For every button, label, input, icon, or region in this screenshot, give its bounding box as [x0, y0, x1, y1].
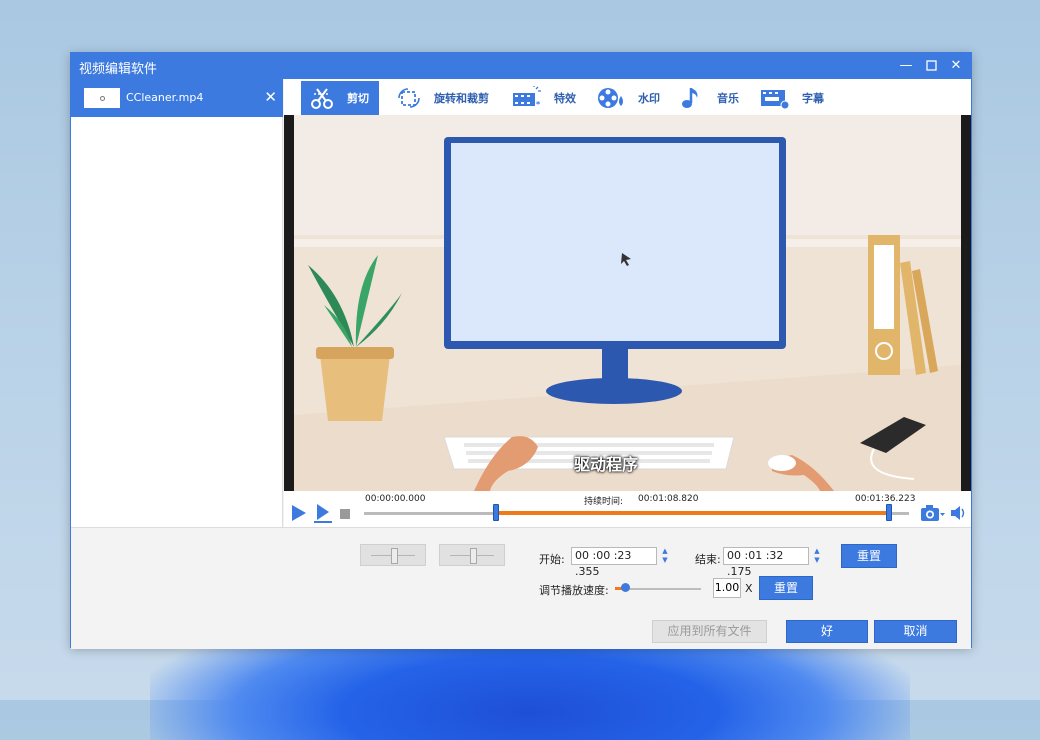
tab-cut[interactable]: 剪切	[301, 81, 379, 115]
video-preview[interactable]: 驱动程序	[284, 115, 971, 491]
window-title: 视频编辑软件	[79, 62, 158, 77]
duration-value: 00:01:08.820	[638, 494, 699, 504]
volume-icon[interactable]	[950, 505, 968, 521]
tab-label: 水印	[638, 92, 660, 105]
tab-label: 特效	[554, 92, 576, 105]
speed-input[interactable]: 1.00	[713, 578, 741, 598]
video-editor-window: 视频编辑软件 — ✕ CCleaner.mp4 ✕ 剪切 旋转和裁剪 * 特效 …	[70, 52, 972, 649]
tab-effects[interactable]: * 特效	[512, 81, 576, 115]
tab-watermark[interactable]: 水印	[596, 81, 660, 115]
crop-rotate-icon	[398, 88, 420, 108]
music-note-icon	[682, 88, 698, 108]
speed-unit: X	[745, 582, 753, 595]
video-frame	[294, 115, 961, 491]
file-list-item[interactable]: CCleaner.mp4 ✕	[71, 79, 283, 117]
tab-label: 音乐	[717, 92, 739, 105]
file-thumbnail	[84, 88, 120, 108]
stop-icon[interactable]	[340, 509, 350, 519]
duration-label: 持续时间:	[584, 497, 624, 507]
playback-controls: 00:00:00.000 持续时间: 00:01:08.820 00:01:36…	[284, 491, 971, 527]
reset-trim-button[interactable]: 重置	[841, 544, 897, 568]
trim-settings-panel: 开始: 00 :00 :23 .355 ▲ ▼ 结束: 00 :01 :32 .1…	[71, 527, 971, 649]
maximize-icon[interactable]	[918, 53, 944, 79]
tab-music[interactable]: 音乐	[681, 81, 739, 115]
timeline-start-time: 00:00:00.000	[365, 494, 426, 504]
tab-rotate-crop[interactable]: 旋转和裁剪	[396, 81, 489, 115]
file-name: CCleaner.mp4	[126, 91, 204, 104]
scissors-icon	[311, 88, 333, 109]
reset-speed-button[interactable]: 重置	[759, 576, 813, 600]
tab-label: 旋转和裁剪	[434, 92, 489, 105]
speed-label: 调节播放速度:	[539, 584, 609, 597]
film-effects-icon: *	[513, 86, 541, 109]
edit-tabs: 剪切 旋转和裁剪 * 特效 水印 音乐 字幕	[284, 79, 971, 115]
timeline-end-time: 00:01:36.223	[855, 494, 916, 504]
close-window-icon[interactable]: ✕	[943, 53, 969, 79]
start-time-stepper[interactable]: ▲ ▼	[659, 547, 671, 565]
svg-text:*: *	[536, 100, 541, 109]
snapshot-camera-icon[interactable]	[920, 503, 946, 523]
timeline-selection	[496, 511, 889, 515]
file-list-panel: CCleaner.mp4 ✕	[71, 79, 283, 527]
title-bar: 视频编辑软件 — ✕	[71, 53, 971, 79]
end-time-input[interactable]: 00 :01 :32 .175	[723, 547, 809, 578]
cancel-button[interactable]: 取消	[874, 620, 957, 643]
end-time-stepper[interactable]: ▲ ▼	[811, 547, 823, 565]
start-time-label: 开始:	[539, 553, 565, 566]
video-subtitle: 驱动程序	[574, 455, 639, 474]
speed-slider-knob[interactable]	[620, 583, 630, 592]
apply-to-all-button[interactable]: 应用到所有文件	[652, 620, 767, 643]
remove-file-icon[interactable]: ✕	[264, 88, 277, 106]
tab-label: 字幕	[802, 92, 824, 105]
start-time-input[interactable]: 00 :00 :23 .355	[571, 547, 657, 578]
tab-label: 剪切	[347, 92, 369, 105]
trim-start-handle[interactable]	[493, 504, 500, 521]
minimize-icon[interactable]: —	[893, 53, 919, 79]
play-icon[interactable]	[291, 504, 307, 522]
trim-end-handle[interactable]	[885, 504, 892, 521]
ok-button[interactable]: 好	[786, 620, 868, 643]
illustration-desk-scene	[294, 115, 961, 491]
end-time-label: 结束:	[695, 553, 721, 566]
subtitle-icon	[761, 90, 790, 110]
play-selection-icon[interactable]	[313, 503, 333, 523]
split-button-left[interactable]	[360, 544, 426, 566]
split-button-right[interactable]	[439, 544, 505, 566]
tab-subtitle[interactable]: 字幕	[760, 81, 824, 115]
watermark-reel-icon	[598, 88, 623, 108]
